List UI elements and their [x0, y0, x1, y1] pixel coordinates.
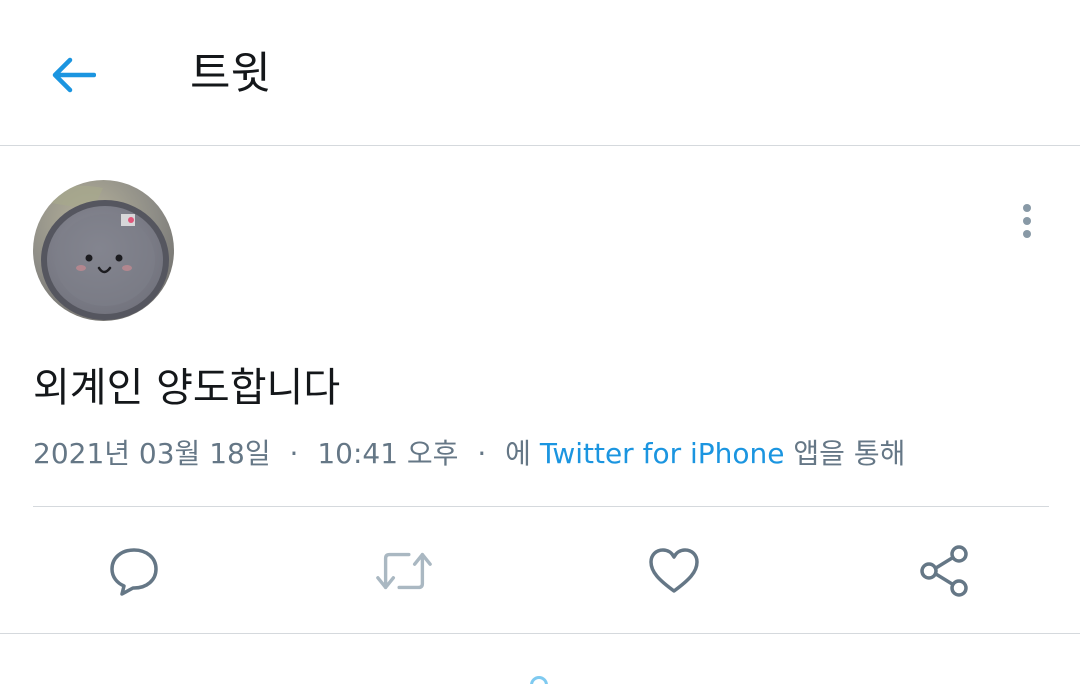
- meta-separator: ·: [289, 437, 299, 470]
- back-button[interactable]: [40, 42, 106, 108]
- top-app-bar: 트윗: [0, 0, 1080, 146]
- like-button[interactable]: [644, 541, 704, 601]
- share-icon: [920, 545, 968, 597]
- divider: [0, 633, 1080, 634]
- tweet-text: 외계인 양도합니다: [33, 365, 341, 411]
- meta-separator: ·: [477, 437, 487, 470]
- share-button[interactable]: [914, 541, 974, 601]
- avatar[interactable]: [33, 180, 174, 321]
- source-suffix: 앱을 통해: [793, 437, 906, 470]
- heart-icon: [649, 548, 699, 593]
- tweet-metadata: 2021년 03월 18일 · 10:41 오후 · 에 Twitter for…: [33, 434, 905, 474]
- source-prefix: 에: [505, 437, 531, 470]
- retweet-icon: [376, 552, 432, 590]
- retweet-button[interactable]: [374, 541, 434, 601]
- profile-avatar: [33, 180, 174, 321]
- more-options-button[interactable]: [1004, 196, 1050, 246]
- vertical-dots-icon: [1023, 204, 1031, 238]
- source-link[interactable]: Twitter for iPhone: [540, 437, 785, 470]
- divider: [33, 506, 1049, 507]
- tweet-date: 2021년 03월 18일: [33, 437, 271, 470]
- loading-indicator: [530, 676, 548, 684]
- arrow-left-icon: [52, 57, 96, 93]
- tweet-time: 10:41 오후: [317, 437, 459, 470]
- reply-button[interactable]: [104, 541, 164, 601]
- reply-bubble-icon: [110, 548, 158, 596]
- page-title: 트윗: [190, 48, 271, 99]
- tweet-detail-screen: 트윗 외계인 양도합니다 2021년 03월 18일 · 10:41 오후 · …: [0, 0, 1080, 684]
